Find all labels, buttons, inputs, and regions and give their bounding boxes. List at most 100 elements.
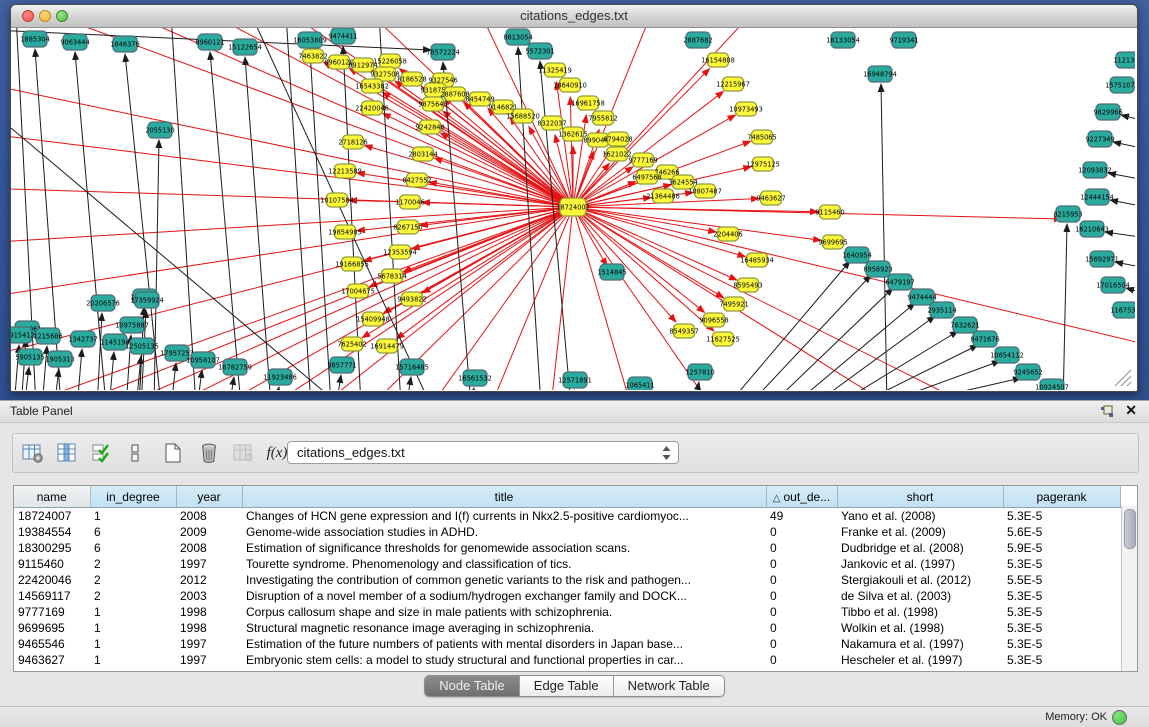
table-cell[interactable]: Investigating the contribution of common… [242, 572, 766, 588]
graph-edge[interactable] [210, 52, 241, 390]
table-cell[interactable]: 5.9E-5 [1003, 540, 1120, 556]
graph-node[interactable]: 8595493 [733, 278, 762, 292]
table-cell[interactable]: 5.3E-5 [1003, 508, 1120, 525]
table-cell[interactable]: 2008 [176, 540, 242, 556]
delete-table-icon[interactable] [195, 439, 223, 467]
graph-node[interactable]: 5905135 [15, 349, 44, 365]
table-cell[interactable]: 0 [766, 524, 837, 540]
graph-node[interactable]: 9242848 [415, 120, 444, 134]
graph-node[interactable]: 6794028 [603, 132, 632, 146]
graph-node[interactable]: 16948794 [863, 66, 897, 82]
resize-grip-icon[interactable] [1121, 376, 1131, 386]
graph-edge[interactable] [171, 363, 176, 390]
graph-edge[interactable] [406, 377, 411, 390]
graph-node[interactable]: 16961758 [571, 96, 605, 110]
graph-edge[interactable] [274, 387, 279, 390]
table-cell[interactable]: 2 [90, 588, 176, 604]
table-row[interactable]: 946362711997Embryonic stem cells: a mode… [14, 652, 1120, 668]
graph-edge[interactable] [336, 375, 341, 390]
graph-node[interactable]: 15751074 [1105, 77, 1135, 93]
graph-node[interactable]: 11923486 [263, 369, 297, 385]
table-cell[interactable]: 2009 [176, 524, 242, 540]
graph-node[interactable]: 8960121 [195, 34, 224, 50]
graph-edge[interactable] [573, 207, 1135, 348]
graph-node[interactable]: 11627525 [706, 332, 740, 346]
graph-node[interactable]: 1905313 [45, 351, 74, 367]
graph-node[interactable]: 12093832 [1078, 162, 1112, 178]
column-header-short[interactable]: short [837, 486, 1003, 508]
graph-node[interactable]: 1640954 [842, 247, 871, 263]
column-header-year[interactable]: year [176, 486, 242, 508]
table-cell[interactable]: 0 [766, 556, 837, 572]
network-view-window[interactable]: citations_edges.txt 74638228960128891297… [10, 4, 1138, 392]
graph-node[interactable]: 6479197 [885, 274, 914, 290]
resize-grip-icon[interactable] [1127, 382, 1131, 386]
graph-node[interactable]: 17359924 [130, 292, 164, 308]
table-row[interactable]: 1830029562008Estimation of significance … [14, 540, 1120, 556]
table-cell[interactable]: 2008 [176, 508, 242, 525]
graph-node[interactable]: 2204406 [713, 227, 742, 241]
graph-node[interactable]: 18640910 [553, 78, 587, 92]
table-cell[interactable]: 9115460 [14, 556, 90, 572]
graph-node[interactable]: 6497568 [632, 170, 661, 184]
table-cell[interactable]: 1997 [176, 636, 242, 652]
table-scrollbar[interactable] [1121, 506, 1137, 671]
graph-node[interactable]: 12215967 [716, 77, 750, 91]
table-cell[interactable]: 18300295 [14, 540, 90, 556]
graph-node[interactable]: 18724007 [556, 198, 590, 216]
merge-rows-icon[interactable] [121, 439, 149, 467]
table-cell[interactable]: 0 [766, 588, 837, 604]
graph-node[interactable]: 7632621 [950, 317, 979, 333]
graph-node[interactable]: 1885304 [20, 31, 49, 47]
table-cell[interactable]: de Silva et al. (2003) [837, 588, 1003, 604]
table-cell[interactable]: 0 [766, 540, 837, 556]
table-cell[interactable]: 49 [766, 508, 837, 525]
graph-node[interactable]: 11325419 [538, 63, 572, 77]
graph-node[interactable]: 16782759 [218, 359, 252, 375]
graph-node[interactable]: 8215953 [1053, 206, 1082, 222]
column-header-in-degree[interactable]: in_degree [90, 486, 176, 508]
graph-node[interactable]: 10654112 [990, 347, 1024, 363]
table-row[interactable]: 1872400712008Changes of HCN gene express… [14, 508, 1120, 525]
graph-node[interactable]: 8427552 [402, 173, 431, 187]
graph-node[interactable]: 16561532 [458, 370, 492, 386]
graph-node[interactable]: 7485065 [747, 130, 776, 144]
graph-node[interactable]: 12213589 [328, 164, 362, 178]
graph-node[interactable]: 1065411 [625, 377, 654, 390]
table-scrollbar-thumb[interactable] [1124, 509, 1136, 549]
table-cell[interactable]: 5.5E-5 [1003, 572, 1120, 588]
graph-node[interactable]: 9227349 [1085, 131, 1114, 147]
network-canvas[interactable]: 7463822896012889129741522605893275088186… [11, 28, 1135, 390]
graph-edge[interactable] [770, 288, 893, 390]
table-cell[interactable]: 9699695 [14, 620, 90, 636]
graph-edge[interactable] [1108, 173, 1135, 183]
graph-node[interactable]: 2803144 [408, 147, 437, 161]
table-cell[interactable]: Disruption of a novel member of a sodium… [242, 588, 766, 604]
graph-node[interactable]: 7625402 [337, 337, 366, 351]
table-cell[interactable]: 6 [90, 524, 176, 540]
table-cell[interactable]: 0 [766, 572, 837, 588]
table-cell[interactable]: 19384554 [14, 524, 90, 540]
table-cell[interactable]: 2 [90, 556, 176, 572]
graph-node[interactable]: 3915412 [11, 327, 35, 343]
graph-edge[interactable] [197, 370, 202, 390]
graph-node[interactable]: 2935114 [927, 302, 956, 318]
graph-node[interactable]: 9493822 [397, 292, 426, 306]
graph-node[interactable]: 9463627 [756, 191, 785, 205]
graph-edge[interactable] [1113, 142, 1135, 152]
citation-network-graph[interactable]: 7463822896012889129741522605893275088186… [11, 28, 1135, 390]
table-cell[interactable]: 1997 [176, 556, 242, 572]
graph-edge[interactable] [748, 275, 871, 390]
table-cell[interactable]: Dudbridge et al. (2008) [837, 540, 1003, 556]
column-edit-icon[interactable] [53, 439, 81, 467]
table-cell[interactable]: 0 [766, 652, 837, 668]
graph-node[interactable]: 9857771 [327, 357, 356, 373]
table-cell[interactable]: 0 [766, 604, 837, 620]
table-cell[interactable]: 9465546 [14, 636, 90, 652]
table-cell[interactable]: Wolkin et al. (1998) [837, 620, 1003, 636]
new-table-icon[interactable] [159, 439, 187, 467]
node-table-grid[interactable]: namein_degreeyeartitle△out_de...shortpag… [14, 486, 1121, 668]
graph-node[interactable]: 7955812 [588, 111, 617, 125]
graph-node[interactable]: 10975887 [115, 317, 149, 333]
table-select-dropdown[interactable]: citations_edges.txt [287, 441, 679, 464]
